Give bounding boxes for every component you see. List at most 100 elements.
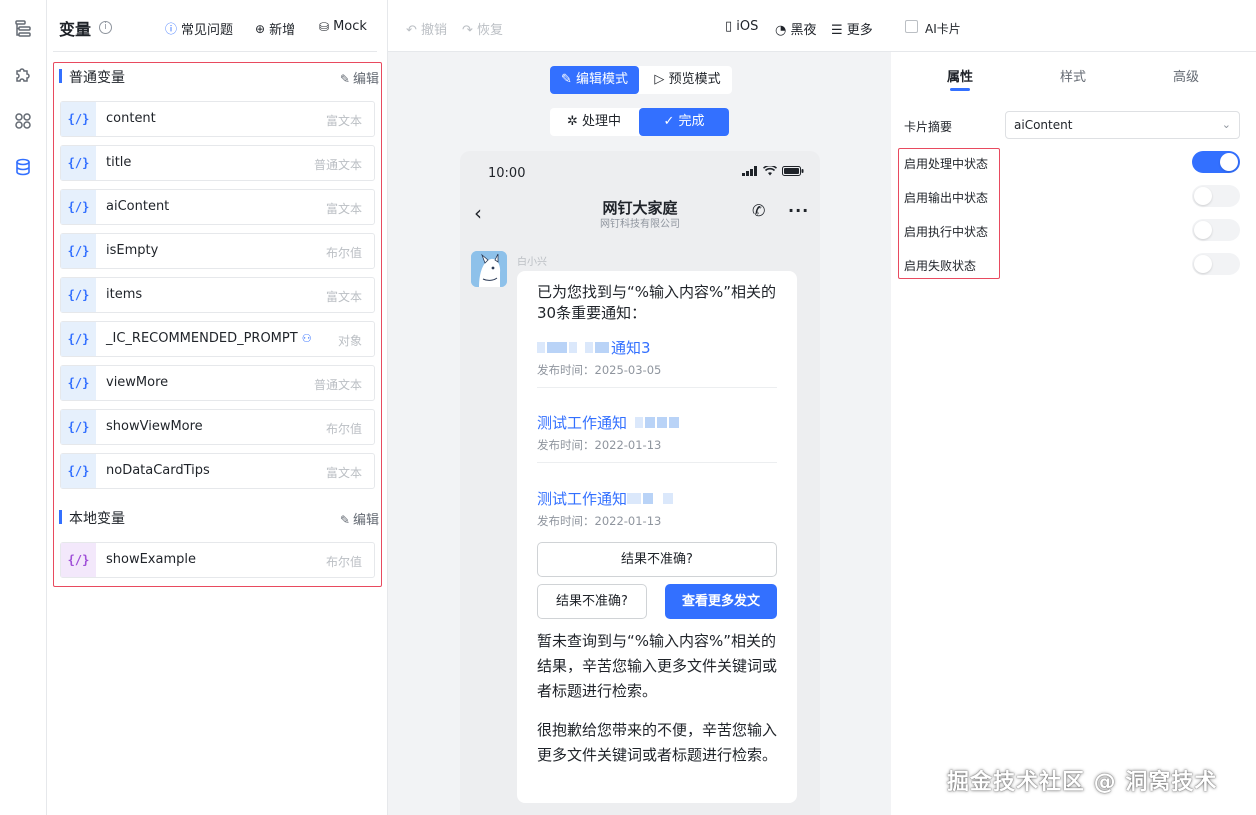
variable-name: _IC_RECOMMENDED_PROMPT [106,331,298,346]
done-label: 完成 [678,114,705,129]
switch-executing[interactable] [1192,219,1240,241]
notice-item[interactable]: 测试工作通知 发布时间：2022-01-13 [537,412,777,453]
icon-rail [0,0,47,815]
ai-card-checkbox[interactable] [905,20,918,33]
redacted-block [663,493,674,504]
tab-advanced[interactable]: 高级 [1173,66,1199,85]
more-dots-icon[interactable]: ··· [788,201,809,220]
panel-divider [891,51,1256,52]
tab-attributes[interactable]: 属性 [947,66,973,85]
variable-row-isempty[interactable]: {/} isEmpty 布尔值 [60,233,375,269]
local-variable-icon: {/} [61,543,96,577]
redacted-block [537,342,545,353]
switch-outputting[interactable] [1192,185,1240,207]
edit-label: 编辑 [352,72,379,87]
add-variable-button[interactable]: ⊕ 新增 [255,19,295,39]
notice-item[interactable]: 测试工作通知 发布时间：2022-01-13 [537,488,777,529]
phone-call-icon[interactable]: ✆ [752,201,765,220]
feedback-button-full[interactable]: 结果不准确? [537,542,777,577]
global-edit-button[interactable]: ✎ 编辑 [340,68,379,87]
switch-failed[interactable] [1192,253,1240,275]
switch-processing[interactable] [1192,151,1240,173]
outline-icon[interactable] [12,17,34,39]
toggle-knob [1194,255,1212,273]
moon-icon: ◔ [775,23,791,38]
summary-select[interactable]: aiContent ⌄ [1005,111,1240,139]
variable-row-items[interactable]: {/} items 富文本 [60,277,375,313]
variable-name: showExample [106,552,196,567]
local-edit-button[interactable]: ✎ 编辑 [340,509,379,528]
variable-row-content[interactable]: {/} content 富文本 [60,101,375,137]
no-data-text: 暂未查询到与“%输入内容%”相关的结果，辛苦您输入更多文件关键词或者标题进行检索… [537,632,778,700]
edit-mode-button[interactable]: ✎ 编辑模式 [550,66,639,94]
undo-button[interactable]: ↶ 撤销 [406,19,447,38]
notice-title: 通知3 [537,337,777,358]
chat-subtitle: 网钉科技有限公司 [600,219,680,230]
dark-mode-toggle[interactable]: ◔ 黑夜 [775,19,817,38]
preview-mode-label: 预览模式 [668,72,721,87]
variable-row-title[interactable]: {/} title 普通文本 [60,145,375,181]
components-icon[interactable] [12,110,34,132]
header-divider [53,51,377,52]
database-icon[interactable] [12,156,34,178]
switch-label-failed: 启用失败状态 [904,259,977,273]
variable-name: aiContent [106,199,170,214]
summary-value: aiContent [1014,118,1073,132]
variable-icon: {/} [61,454,96,488]
variable-type: 富文本 [325,466,362,480]
variable-name: content [106,111,156,126]
edit-mode-label: 编辑模式 [576,72,629,87]
database-small-icon: ⛁ [319,19,330,34]
phone-icon: ▯ [725,19,737,34]
status-icons [742,166,804,176]
variable-icon: {/} [61,278,96,312]
info-icon[interactable]: i [99,21,112,34]
variable-row-showviewmore[interactable]: {/} showViewMore 布尔值 [60,409,375,445]
variable-type: 布尔值 [325,246,362,260]
local-section-label: 本地变量 [69,511,125,527]
notice-title-text: 通知3 [611,339,651,357]
variable-icon: {/} [61,410,96,444]
redo-icon: ↷ [462,23,478,38]
signal-icon [742,166,757,176]
redacted-block [645,417,656,428]
notice-divider [537,462,777,463]
edit-icon: ✎ [560,72,576,87]
variable-row-recommended-prompt[interactable]: {/} _IC_RECOMMENDED_PROMPT ⚇ 对象 [60,321,375,357]
redacted-block [595,342,609,353]
section-accent-bar [59,510,62,524]
preview-mode-button[interactable]: ▷ 预览模式 [643,66,732,94]
bot-avatar [471,251,507,287]
watermark-text: 掘金技术社区 @ 洞窝技术 [947,770,1218,795]
variable-row-viewmore[interactable]: {/} viewMore 普通文本 [60,365,375,401]
redacted-block [585,342,593,353]
redo-button[interactable]: ↷ 恢复 [462,19,503,38]
notice-title-text: 测试工作通知 [537,414,628,432]
variable-type: 富文本 [325,290,362,304]
section-accent-bar [59,69,62,83]
canvas-toolbar: ↶ 撤销 ↷ 恢复 ▯ iOS ◔ 黑夜 ☰ 更多 [388,0,891,52]
redacted-block [657,417,668,428]
wifi-icon [763,166,777,176]
variable-type: 普通文本 [313,158,362,172]
variable-row-nodatacardtips[interactable]: {/} noDataCardTips 富文本 [60,453,375,489]
view-more-button[interactable]: 查看更多发文 [665,584,777,619]
variable-row-aicontent[interactable]: {/} aiContent 富文本 [60,189,375,225]
puzzle-icon[interactable] [12,64,34,86]
mock-button[interactable]: ⛁ Mock [319,19,367,34]
undo-icon: ↶ [406,23,422,38]
variable-row-showexample[interactable]: {/} showExample 布尔值 [60,542,375,578]
ios-toggle[interactable]: ▯ iOS [725,19,758,34]
processing-state-button[interactable]: ✲ 处理中 [550,108,638,136]
plus-circle-icon: ⊕ [255,21,266,36]
notice-title-text: 测试工作通知 [537,490,628,508]
feedback-button[interactable]: 结果不准确? [537,584,647,619]
variable-name: viewMore [106,375,169,390]
tab-style[interactable]: 样式 [1060,66,1086,85]
properties-panel: AI卡片 属性 样式 高级 卡片摘要 aiContent ⌄ 启用处理中状态 启… [891,0,1256,815]
switch-label-processing: 启用处理中状态 [904,157,989,171]
more-menu[interactable]: ☰ 更多 [831,19,873,38]
done-state-button[interactable]: ✓ 完成 [639,108,729,136]
faq-link[interactable]: ⓘ 常见问题 [165,19,233,38]
notice-item[interactable]: 通知3 发布时间：2025-03-05 [537,337,777,378]
